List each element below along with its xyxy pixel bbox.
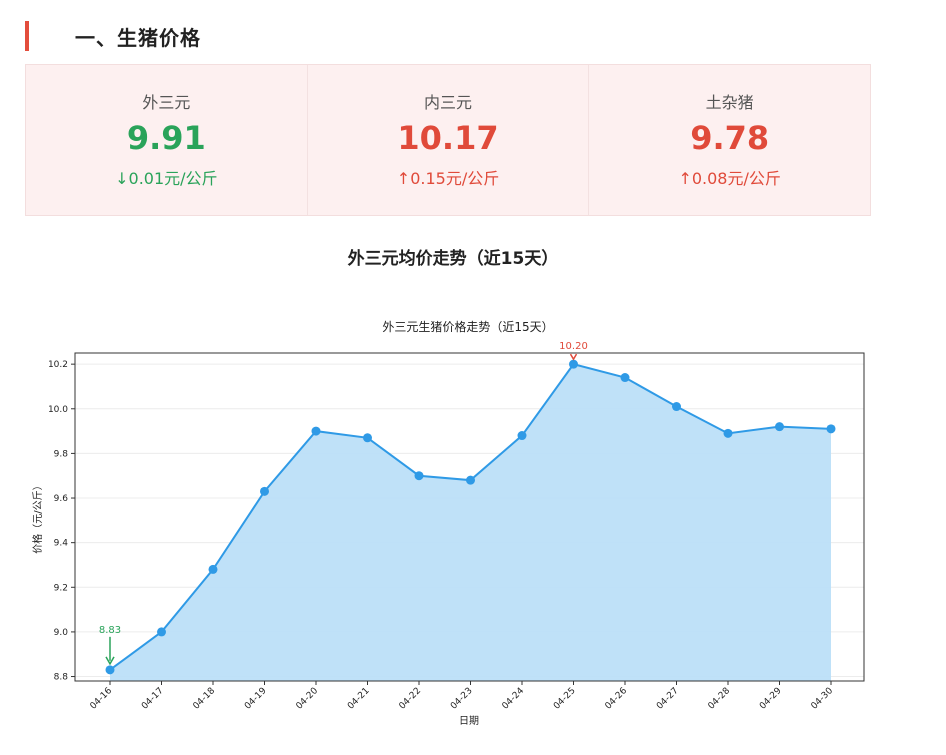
y-tick-label: 9.8: [54, 449, 69, 459]
y-tick-label: 10.0: [48, 405, 68, 415]
data-point: [826, 424, 836, 434]
chart-heading: 外三元均价走势（近15天）: [347, 249, 559, 269]
section-header: 一、生猪价格: [25, 20, 201, 52]
price-card-wai-san-yuan: 外三元 9.91 ↓0.01元/公斤: [26, 65, 308, 215]
card-change: ↑0.08元/公斤: [678, 169, 781, 188]
price-trend-chart: 外三元生猪价格走势（近15天） 8.83 10.20 8.8 9.0 9.2 9.4 9.…: [31, 319, 865, 727]
data-point: [260, 486, 269, 496]
x-tick-label: 04-24: [501, 686, 527, 712]
card-name: 外三元: [142, 93, 191, 112]
series-area-fill: [110, 364, 831, 681]
x-tick-label: 04-30: [810, 686, 836, 712]
section-title: 一、生猪价格: [75, 25, 201, 50]
card-name: 土杂猪: [705, 93, 754, 112]
max-annotation-label: 10.20: [559, 341, 588, 352]
card-name: 内三元: [424, 93, 473, 112]
price-card-tu-za-zhu: 土杂猪 9.78 ↑0.08元/公斤: [589, 65, 870, 215]
x-tick-label: 04-28: [707, 686, 733, 712]
x-tick-label: 04-16: [89, 686, 115, 712]
chart-title: 外三元生猪价格走势（近15天）: [382, 319, 553, 334]
max-annotation-arrowhead: [569, 353, 578, 361]
data-point: [569, 359, 578, 369]
price-card-nei-san-yuan: 内三元 10.17 ↑0.15元/公斤: [308, 65, 590, 215]
data-point: [208, 564, 218, 574]
data-point: [672, 402, 681, 412]
data-point: [157, 627, 166, 637]
data-point: [620, 373, 630, 383]
section-accent-bar: [25, 21, 29, 51]
card-price: 9.91: [126, 119, 206, 157]
price-cards: 外三元 9.91 ↓0.01元/公斤 内三元 10.17 ↑0.15元/公斤 土…: [25, 64, 871, 216]
y-tick-label: 9.6: [54, 494, 69, 504]
data-point: [517, 431, 527, 441]
min-annotation-label: 8.83: [99, 625, 121, 636]
data-point: [723, 428, 733, 438]
x-tick-label: 04-22: [398, 686, 424, 712]
data-point: [363, 433, 372, 443]
x-tick-label: 04-29: [758, 686, 784, 712]
y-tick-label: 10.2: [48, 360, 68, 370]
y-tick-label: 9.4: [54, 539, 69, 549]
x-tick-label: 04-23: [449, 686, 475, 712]
data-point: [311, 426, 321, 436]
card-change: ↓0.01元/公斤: [115, 169, 218, 188]
x-tick-label: 04-21: [346, 686, 372, 712]
x-tick-label: 04-26: [604, 686, 630, 712]
x-tick-label: 04-17: [140, 686, 166, 712]
x-tick-label: 04-27: [655, 686, 681, 712]
area-layer: [109, 363, 832, 681]
x-axis-label: 日期: [459, 715, 479, 727]
y-axis-label: 价格（元/公斤）: [31, 480, 44, 553]
x-tick-label: 04-18: [192, 686, 218, 712]
card-price: 10.17: [397, 119, 499, 157]
x-tick-label: 04-25: [552, 686, 578, 712]
data-point: [775, 422, 784, 432]
data-point: [105, 665, 115, 675]
x-axis: 04-16 04-17 04-18 04-19 04-20 04-21 04-22 04-23…: [89, 681, 836, 712]
y-tick-label: 9.2: [54, 583, 68, 593]
x-tick-label: 04-19: [243, 686, 269, 712]
card-change: ↑0.15元/公斤: [396, 169, 500, 188]
y-axis: 8.8 9.0 9.2 9.4 9.6 9.8 10.0 10.2: [48, 360, 75, 683]
y-tick-label: 8.8: [54, 673, 69, 683]
x-tick-label: 04-20: [295, 686, 321, 712]
card-price: 9.78: [690, 119, 770, 157]
y-tick-label: 9.0: [54, 628, 69, 638]
data-point: [414, 471, 424, 481]
data-point: [466, 475, 475, 485]
